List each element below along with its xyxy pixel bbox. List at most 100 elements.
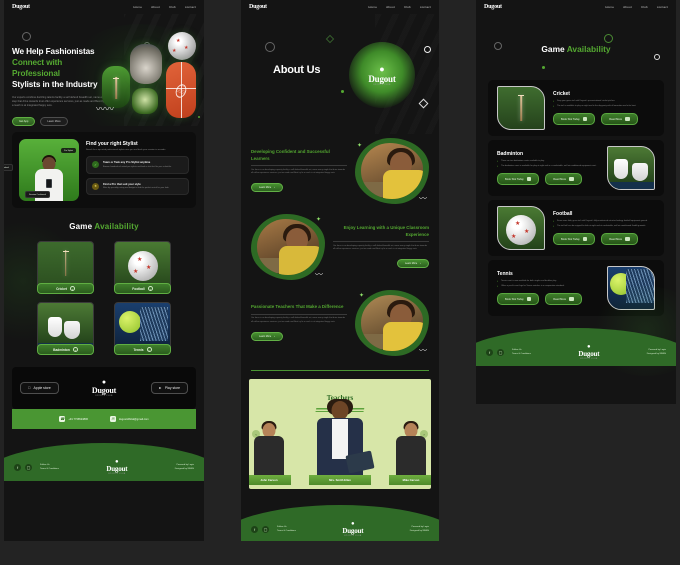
- instagram-icon[interactable]: ▢: [25, 463, 32, 471]
- game-card-label[interactable]: Tennis ›: [114, 344, 171, 355]
- footer-terms-label[interactable]: Terms & Conditions: [277, 529, 296, 533]
- decor-squiggle: 〰〰: [96, 104, 115, 114]
- stylist-feature-item[interactable]: ★ Find a Pro that suit your style Filter…: [86, 177, 189, 196]
- play-store-button[interactable]: ► Play store: [150, 382, 188, 394]
- about-section: Passionate Teachers That Make a Differen…: [241, 286, 439, 360]
- title-word-availability: Availability: [94, 222, 139, 231]
- hero-secondary-button[interactable]: Learn More: [40, 116, 68, 126]
- contact-email[interactable]: ✉ dugoutofficial@gmail.com: [109, 416, 149, 422]
- nav-item-contact[interactable]: contact: [657, 5, 668, 9]
- nav-item-club[interactable]: Club: [169, 5, 176, 9]
- teacher-card[interactable]: Mike Carson: [389, 421, 431, 485]
- footer-home: f ▢ Follow Us Terms & Conditions ● Dugou…: [4, 443, 204, 481]
- stylist-feature-item[interactable]: ✓ Team or Task any Pro Stylist anytime B…: [86, 156, 189, 174]
- game-card-label[interactable]: Football ›: [114, 283, 171, 294]
- footer-terms-label[interactable]: Terms & Conditions: [40, 467, 59, 471]
- page-title: About Us: [273, 64, 321, 76]
- facebook-icon[interactable]: f: [251, 525, 258, 533]
- book-slot-button[interactable]: Book Slot Today: [497, 293, 540, 305]
- about-section-heading: Developing Confident and Successful Lear…: [251, 149, 330, 161]
- card-title: Football: [553, 211, 573, 218]
- footer-brand: ● Dugout SPORTS CLUB: [106, 459, 128, 475]
- facebook-icon[interactable]: f: [486, 348, 493, 356]
- teacher-card[interactable]: Mrs. Smith Ellen: [309, 399, 375, 485]
- about-section: Developing Confident and Successful Lear…: [241, 134, 439, 208]
- footer-terms-label[interactable]: Terms & Conditions: [512, 352, 531, 356]
- star-icon: ★: [92, 182, 99, 190]
- about-section-button[interactable]: Learn More ›: [396, 258, 429, 268]
- page-title: Game Availability: [476, 44, 676, 54]
- game-detail-card-badminton: Badminton There are two badminton courts…: [488, 140, 664, 196]
- brand-tagline: SPORTS CLUB: [95, 395, 113, 397]
- book-slot-button[interactable]: Book Slot Today: [497, 173, 540, 185]
- hero-buttons: Get App Learn More: [12, 116, 108, 126]
- card-bullets: Score more kids, grass turf with Dugout'…: [553, 220, 655, 228]
- nav-item-home[interactable]: Home: [368, 5, 377, 9]
- calendar-icon: [582, 116, 588, 122]
- teacher-name: Mrs. Smith Ellen: [309, 475, 371, 485]
- feature-title: Find a Pro that suit your style: [103, 182, 141, 186]
- brand-logo[interactable]: Dugout: [12, 4, 30, 10]
- nav-item-contact[interactable]: contact: [185, 5, 196, 9]
- instagram-icon[interactable]: ▢: [497, 348, 504, 356]
- decor-squiggle: 〰: [419, 194, 427, 203]
- read-more-button[interactable]: Read More: [601, 233, 638, 245]
- about-section-image: ✦ 〰: [355, 138, 429, 204]
- game-card-football[interactable]: ★ ★ ★ Football ›: [111, 241, 174, 294]
- calendar-icon: [582, 236, 588, 242]
- game-card-label[interactable]: Badminton ›: [37, 344, 94, 355]
- game-card-label[interactable]: Cricket ›: [37, 283, 94, 294]
- about-section-heading: Passionate Teachers That Make a Differen…: [251, 304, 344, 310]
- footer-links: Follow Us Terms & Conditions: [512, 348, 531, 356]
- nav-item-club[interactable]: Club: [404, 5, 411, 9]
- book-slot-button[interactable]: Book Slot Today: [553, 113, 596, 125]
- divider: [251, 164, 347, 166]
- nav-item-home[interactable]: Home: [605, 5, 614, 9]
- instagram-icon[interactable]: ▢: [262, 525, 269, 533]
- nav-item-contact[interactable]: contact: [420, 5, 431, 9]
- nav-item-home[interactable]: Home: [133, 5, 142, 9]
- hero-text-block: We Help Fashionistas Connect with Profes…: [12, 46, 108, 126]
- read-more-button[interactable]: Read More: [545, 293, 582, 305]
- nav-item-club[interactable]: Club: [641, 5, 648, 9]
- nav-links: Home About Club contact: [133, 5, 196, 9]
- hero-primary-button[interactable]: Get App: [12, 116, 36, 126]
- brand-logo[interactable]: Dugout: [249, 4, 267, 10]
- nav-item-about[interactable]: About: [151, 5, 160, 9]
- arrow-right-icon: ›: [69, 286, 75, 291]
- teacher-name: Mike Carson: [389, 475, 431, 485]
- book-slot-button[interactable]: Book Slot Today: [553, 233, 596, 245]
- decor-ring: [22, 32, 31, 41]
- arrow-right-icon: ›: [274, 185, 276, 189]
- facebook-icon[interactable]: f: [14, 463, 21, 471]
- footer-credits: Powered by Login Designed by WEBS: [646, 349, 666, 355]
- read-more-button[interactable]: Read More: [545, 173, 582, 185]
- decor-ring: [654, 54, 660, 60]
- about-section-image: ✦ 〰: [251, 214, 325, 280]
- apple-store-button[interactable]:  Apple store: [20, 382, 59, 394]
- sparkle-icon: ✦: [359, 293, 365, 299]
- floating-card-badge: Booked: [4, 164, 13, 171]
- teacher-card[interactable]: John Carson: [249, 421, 291, 485]
- about-section-button[interactable]: Learn More ›: [251, 331, 284, 341]
- presentation-canvas: Dugout Home About Club contact We Help F…: [0, 0, 680, 565]
- title-word-game: Game: [541, 44, 565, 54]
- arrow-right-icon: ›: [147, 286, 153, 291]
- game-card-cricket[interactable]: Cricket ›: [34, 241, 97, 294]
- book-icon: [569, 296, 574, 302]
- brand-name: Dugout: [106, 465, 128, 473]
- read-more-button[interactable]: Read More: [601, 113, 638, 125]
- decor-squiggle: 〰: [419, 346, 427, 355]
- brand-logo[interactable]: Dugout: [484, 4, 502, 10]
- about-section-button[interactable]: Learn More ›: [251, 182, 284, 192]
- brand-orb: ● Dugout SPORTS CLUB: [349, 42, 415, 108]
- game-card-badminton[interactable]: Badminton ›: [34, 302, 97, 355]
- nav-item-about[interactable]: About: [623, 5, 632, 9]
- contact-phone[interactable]: ☎ +91 7736524806: [59, 416, 88, 422]
- about-section-text: Developing Confident and Successful Lear…: [251, 149, 347, 193]
- game-card-tennis[interactable]: Tennis ›: [111, 302, 174, 355]
- card-bullet: Tennis court is now available for both s…: [497, 280, 599, 283]
- nav-item-about[interactable]: About: [386, 5, 395, 9]
- card-bullets: There are two badminton courts available…: [497, 160, 599, 168]
- hero-heading-line-3: Stylists in the Industry: [12, 80, 98, 89]
